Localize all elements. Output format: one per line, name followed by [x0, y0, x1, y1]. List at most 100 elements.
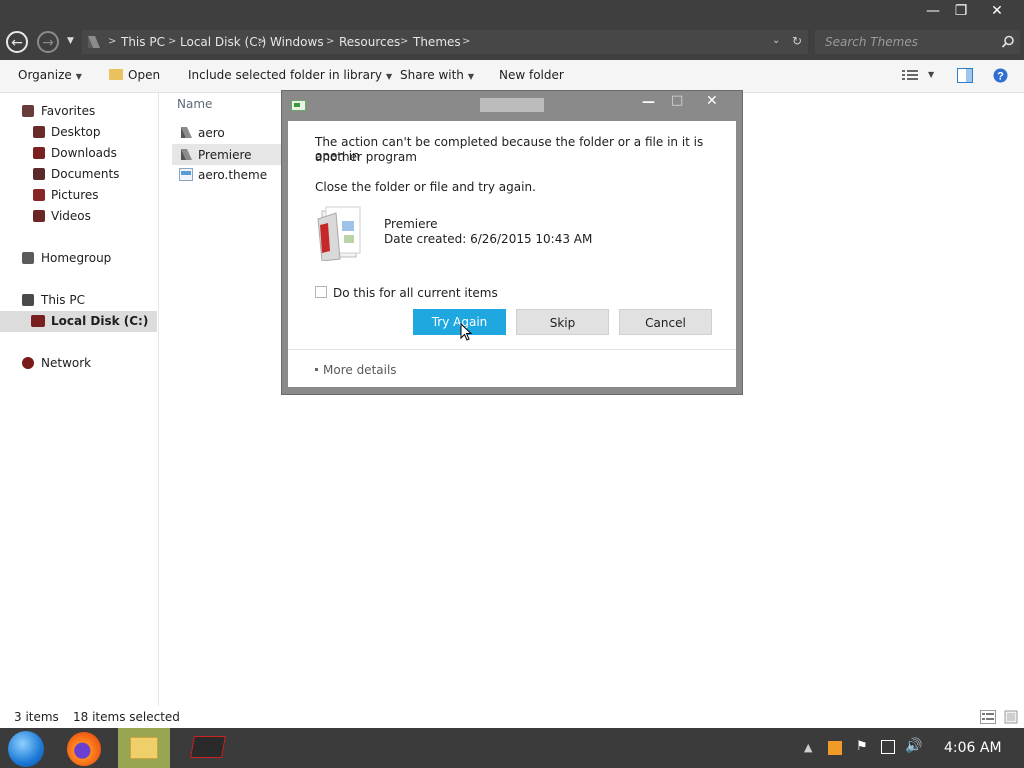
file-name: Premiere	[198, 148, 252, 162]
show-hidden-icons-chevron-icon[interactable]: ▲	[804, 741, 812, 754]
favorites-star-icon	[22, 105, 34, 117]
dialog-title-placeholder	[480, 98, 544, 112]
dialog-minimize-button[interactable]: —	[642, 95, 655, 110]
details-view-icon[interactable]	[980, 710, 996, 724]
network-tray-icon[interactable]	[881, 740, 895, 754]
refresh-icon[interactable]: ↻	[792, 34, 802, 48]
chevron-down-icon: ▼	[467, 72, 475, 81]
nav-downloads[interactable]: Downloads	[51, 146, 117, 160]
breadcrumb-local-disk[interactable]: Local Disk (C:)	[180, 35, 266, 49]
this-pc-icon	[22, 294, 34, 306]
clock-time[interactable]: 4:06 AM	[944, 740, 1002, 756]
file-row[interactable]: aero.theme	[172, 165, 282, 185]
forward-button[interactable]: →	[37, 31, 59, 53]
volume-icon[interactable]: 🔊	[905, 738, 922, 754]
taskbar: ▲ ⚑ 🔊 4:06 AM	[0, 728, 1024, 768]
search-placeholder: Search Themes	[825, 35, 918, 49]
local-disk-icon	[31, 315, 45, 327]
back-arrow-icon: ←	[11, 35, 23, 51]
address-row: ← → ▼ > This PC > Local Disk (C:) > Wind…	[0, 26, 1024, 60]
breadcrumb-separator: >	[108, 36, 117, 47]
homegroup-icon	[22, 252, 34, 264]
app-taskbar-icon[interactable]	[190, 736, 226, 758]
skip-button[interactable]: Skip	[516, 309, 609, 335]
action-center-flag-icon[interactable]: ⚑	[856, 739, 868, 754]
chevron-down-icon: ▼	[385, 72, 393, 81]
breadcrumb-separator: >	[257, 36, 266, 47]
firefox-icon[interactable]	[67, 732, 101, 766]
nav-desktop[interactable]: Desktop	[51, 125, 101, 139]
new-folder-button[interactable]: New folder	[499, 68, 564, 82]
status-bar: 3 items 18 items selected	[0, 706, 1024, 728]
forward-arrow-icon: →	[42, 35, 54, 51]
nav-network[interactable]: Network	[41, 356, 91, 370]
nav-this-pc[interactable]: This PC	[41, 293, 85, 307]
taskbar-explorer-active[interactable]	[118, 728, 170, 768]
back-button[interactable]: ←	[6, 31, 28, 53]
nav-favorites[interactable]: Favorites	[41, 104, 95, 118]
premiere-folder-icon	[317, 206, 361, 261]
view-options-icon[interactable]	[902, 69, 918, 82]
more-details-link[interactable]: More details	[323, 363, 397, 377]
organize-menu[interactable]: Organize ▼	[18, 68, 82, 82]
dialog-message-line2: another program	[315, 150, 417, 164]
dialog-file-name: Premiere	[384, 217, 438, 231]
address-bar[interactable]: > This PC > Local Disk (C:) > Windows > …	[82, 30, 808, 54]
nav-documents[interactable]: Documents	[51, 167, 119, 181]
apply-to-all-label[interactable]: Do this for all current items	[333, 286, 498, 300]
file-row-selected[interactable]: Premiere	[172, 144, 282, 165]
dialog-close-button[interactable]: ✕	[706, 93, 718, 109]
breadcrumb-themes[interactable]: Themes	[413, 35, 461, 49]
file-name: aero	[198, 126, 225, 140]
dialog-app-icon	[291, 100, 306, 111]
recent-locations-chevron-icon[interactable]: ▼	[67, 36, 74, 46]
nav-local-disk[interactable]: Local Disk (C:)	[51, 314, 148, 328]
theme-file-icon	[179, 168, 193, 181]
mouse-cursor-icon	[460, 323, 473, 341]
documents-icon	[33, 168, 45, 180]
file-explorer-icon	[130, 737, 158, 759]
tray-app-icon[interactable]	[828, 741, 842, 755]
dialog-maximize-button[interactable]: □	[671, 93, 683, 108]
more-details-bullet-icon	[315, 368, 318, 371]
dialog-body: The action can't be completed because th…	[288, 121, 736, 387]
nav-videos[interactable]: Videos	[51, 209, 91, 223]
dialog-instruction: Close the folder or file and try again.	[315, 180, 536, 194]
search-icon[interactable]	[1001, 35, 1015, 49]
dialog-divider	[288, 349, 736, 350]
nav-pictures[interactable]: Pictures	[51, 188, 99, 202]
share-with-menu[interactable]: Share with ▼	[400, 68, 474, 82]
breadcrumb-separator: >	[326, 36, 335, 47]
desktop-icon	[33, 126, 45, 138]
cancel-button[interactable]: Cancel	[619, 309, 712, 335]
breadcrumb-separator: >	[400, 36, 409, 47]
preview-pane-icon[interactable]	[957, 68, 973, 83]
maximize-button[interactable]: ❐	[944, 0, 978, 22]
large-icons-view-icon[interactable]	[1004, 710, 1018, 724]
pictures-icon	[33, 189, 45, 201]
help-icon[interactable]: ?	[993, 68, 1008, 83]
search-box[interactable]: Search Themes	[815, 30, 1020, 54]
close-button[interactable]: ✕	[980, 0, 1014, 22]
theme-folder-icon	[181, 127, 192, 138]
selected-count: 18 items selected	[73, 710, 180, 724]
breadcrumb-resources[interactable]: Resources	[339, 35, 400, 49]
item-count: 3 items	[14, 710, 59, 724]
breadcrumb-separator: >	[462, 36, 471, 47]
apply-to-all-checkbox[interactable]	[315, 286, 327, 298]
breadcrumb-separator: >	[168, 36, 177, 47]
dialog-date-created: Date created: 6/26/2015 10:43 AM	[384, 232, 593, 246]
network-icon	[22, 357, 34, 369]
open-button[interactable]: Open	[109, 68, 160, 82]
address-dropdown-icon[interactable]: ⌄	[772, 35, 780, 46]
start-orb-icon[interactable]	[8, 731, 44, 767]
window-title-bar: — ❐ ✕	[0, 0, 1024, 26]
chevron-down-icon: ▼	[75, 72, 82, 81]
file-row[interactable]: aero	[172, 123, 282, 143]
view-options-chevron-icon[interactable]: ▼	[928, 70, 934, 79]
breadcrumb-windows[interactable]: Windows	[270, 35, 324, 49]
include-in-library-menu[interactable]: Include selected folder in library ▼	[188, 68, 392, 82]
breadcrumb-this-pc[interactable]: This PC	[121, 35, 165, 49]
column-header-name[interactable]: Name	[177, 97, 212, 111]
nav-homegroup[interactable]: Homegroup	[41, 251, 111, 265]
